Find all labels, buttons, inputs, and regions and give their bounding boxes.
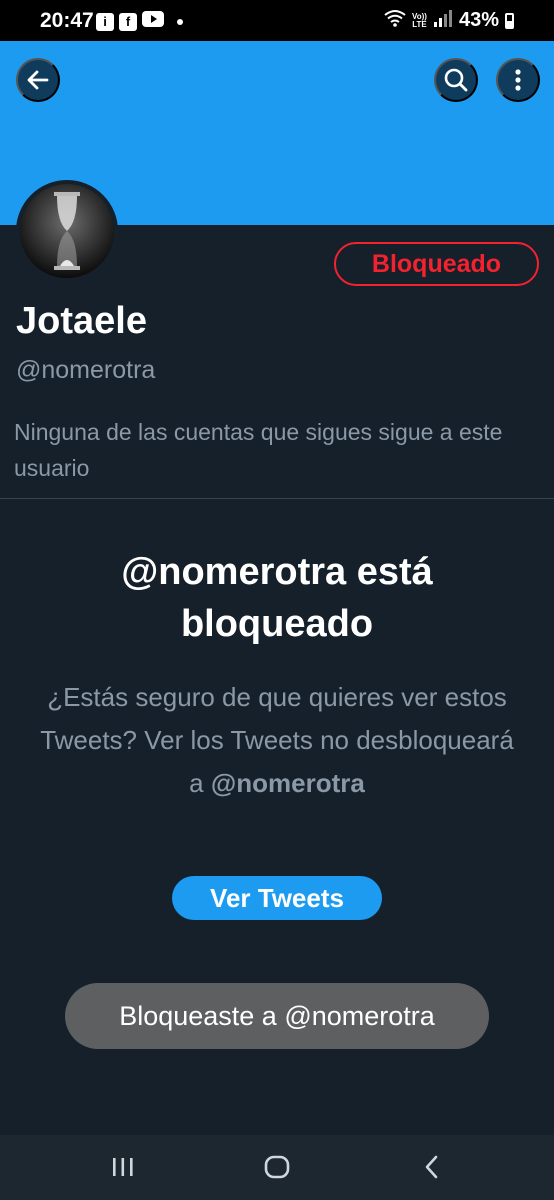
info-icon: i (96, 12, 114, 31)
signal-icon (433, 9, 453, 32)
status-bar: 20:47 i f Vo)) LTE 43% (0, 0, 554, 41)
blocked-description: ¿Estás seguro de que quieres ver estos T… (40, 676, 514, 805)
chevron-left-icon (425, 1155, 438, 1179)
toast-message: Bloqueaste a @nomerotra (65, 983, 489, 1049)
back-button[interactable] (16, 58, 60, 102)
followers-you-know-note: Ninguna de las cuentas que sigues sigue … (14, 419, 503, 481)
search-button[interactable] (434, 58, 478, 102)
notification-icons: i f (96, 11, 183, 32)
divider (0, 498, 554, 499)
profile-handle: @nomerotra (16, 356, 156, 384)
battery-percent: 43% (458, 9, 499, 31)
battery-icon (505, 12, 514, 29)
recent-apps-button[interactable] (93, 1147, 153, 1187)
avatar[interactable] (16, 180, 118, 282)
view-tweets-button[interactable]: Ver Tweets (172, 876, 382, 920)
system-nav-bar (0, 1135, 554, 1200)
blocked-title: @nomerotra está bloqueado (121, 551, 433, 645)
status-indicators: Vo)) LTE 43% (384, 9, 514, 32)
arrow-left-icon (27, 70, 49, 90)
volte-indicator: Vo)) LTE (412, 11, 427, 29)
youtube-icon (142, 11, 164, 32)
facebook-icon: f (119, 12, 137, 31)
more-options-button[interactable] (496, 58, 540, 102)
wifi-icon (384, 9, 406, 32)
blocked-button[interactable]: Bloqueado (334, 242, 539, 286)
more-notifications-dot (177, 18, 183, 25)
display-name: Jotaele (16, 300, 147, 342)
search-icon (444, 68, 468, 92)
hourglass-avatar-image (20, 184, 114, 278)
system-back-button[interactable] (402, 1147, 462, 1187)
blocked-description-handle: @nomerotra (210, 768, 365, 798)
home-button[interactable] (247, 1147, 307, 1187)
status-time: 20:47 (40, 9, 94, 32)
home-icon (264, 1155, 290, 1179)
more-vertical-icon (515, 69, 521, 91)
recents-icon (113, 1158, 133, 1176)
